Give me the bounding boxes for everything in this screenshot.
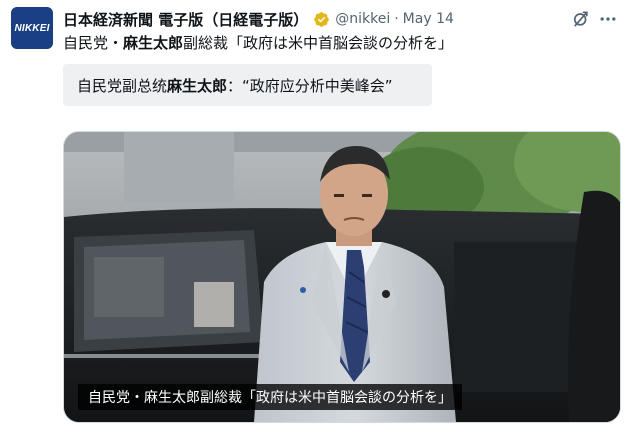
tweet-photo[interactable] [63,131,621,423]
tweet-text: 自民党・麻生太郎副総裁「政府は米中首脳会談の分析を」 [63,32,453,53]
tweet-text-name: 麻生太郎 [123,34,184,52]
translation-prefix: 自民党副总统 [77,76,168,95]
separator-dot: · [394,11,399,27]
image-caption: 自民党・麻生太郎副総裁「政府は米中首脳会談の分析を」 [78,384,462,410]
translation-suffix: ：“政府应分析中美峰会” [227,76,393,95]
tweet-text-prefix: 自民党・ [63,34,124,52]
more-horizontal-icon[interactable] [598,9,618,29]
timestamp[interactable]: May 14 [403,11,454,27]
image-caption-text: 自民党・麻生太郎副総裁「政府は米中首脳会談の分析を」 [88,390,452,406]
handle[interactable]: @nikkei [335,11,390,27]
tweet-text-suffix: 副総裁「政府は米中首脳会談の分析を」 [183,34,454,52]
grok-icon[interactable] [571,9,591,29]
verified-gold-check-icon[interactable] [313,11,330,28]
translation-box: 自民党副总统麻生太郎：“政府应分析中美峰会” [63,64,432,106]
display-name[interactable]: 日本経済新聞 電子版（日経電子版） [63,9,308,30]
photo-scene [64,132,620,422]
avatar-logo-text: NIKKEI [14,22,50,34]
avatar[interactable]: NIKKEI [11,7,53,49]
tweet-header: 日本経済新聞 電子版（日経電子版） @nikkei · May 14 [63,8,454,30]
translation-name: 麻生太郎 [167,76,228,95]
